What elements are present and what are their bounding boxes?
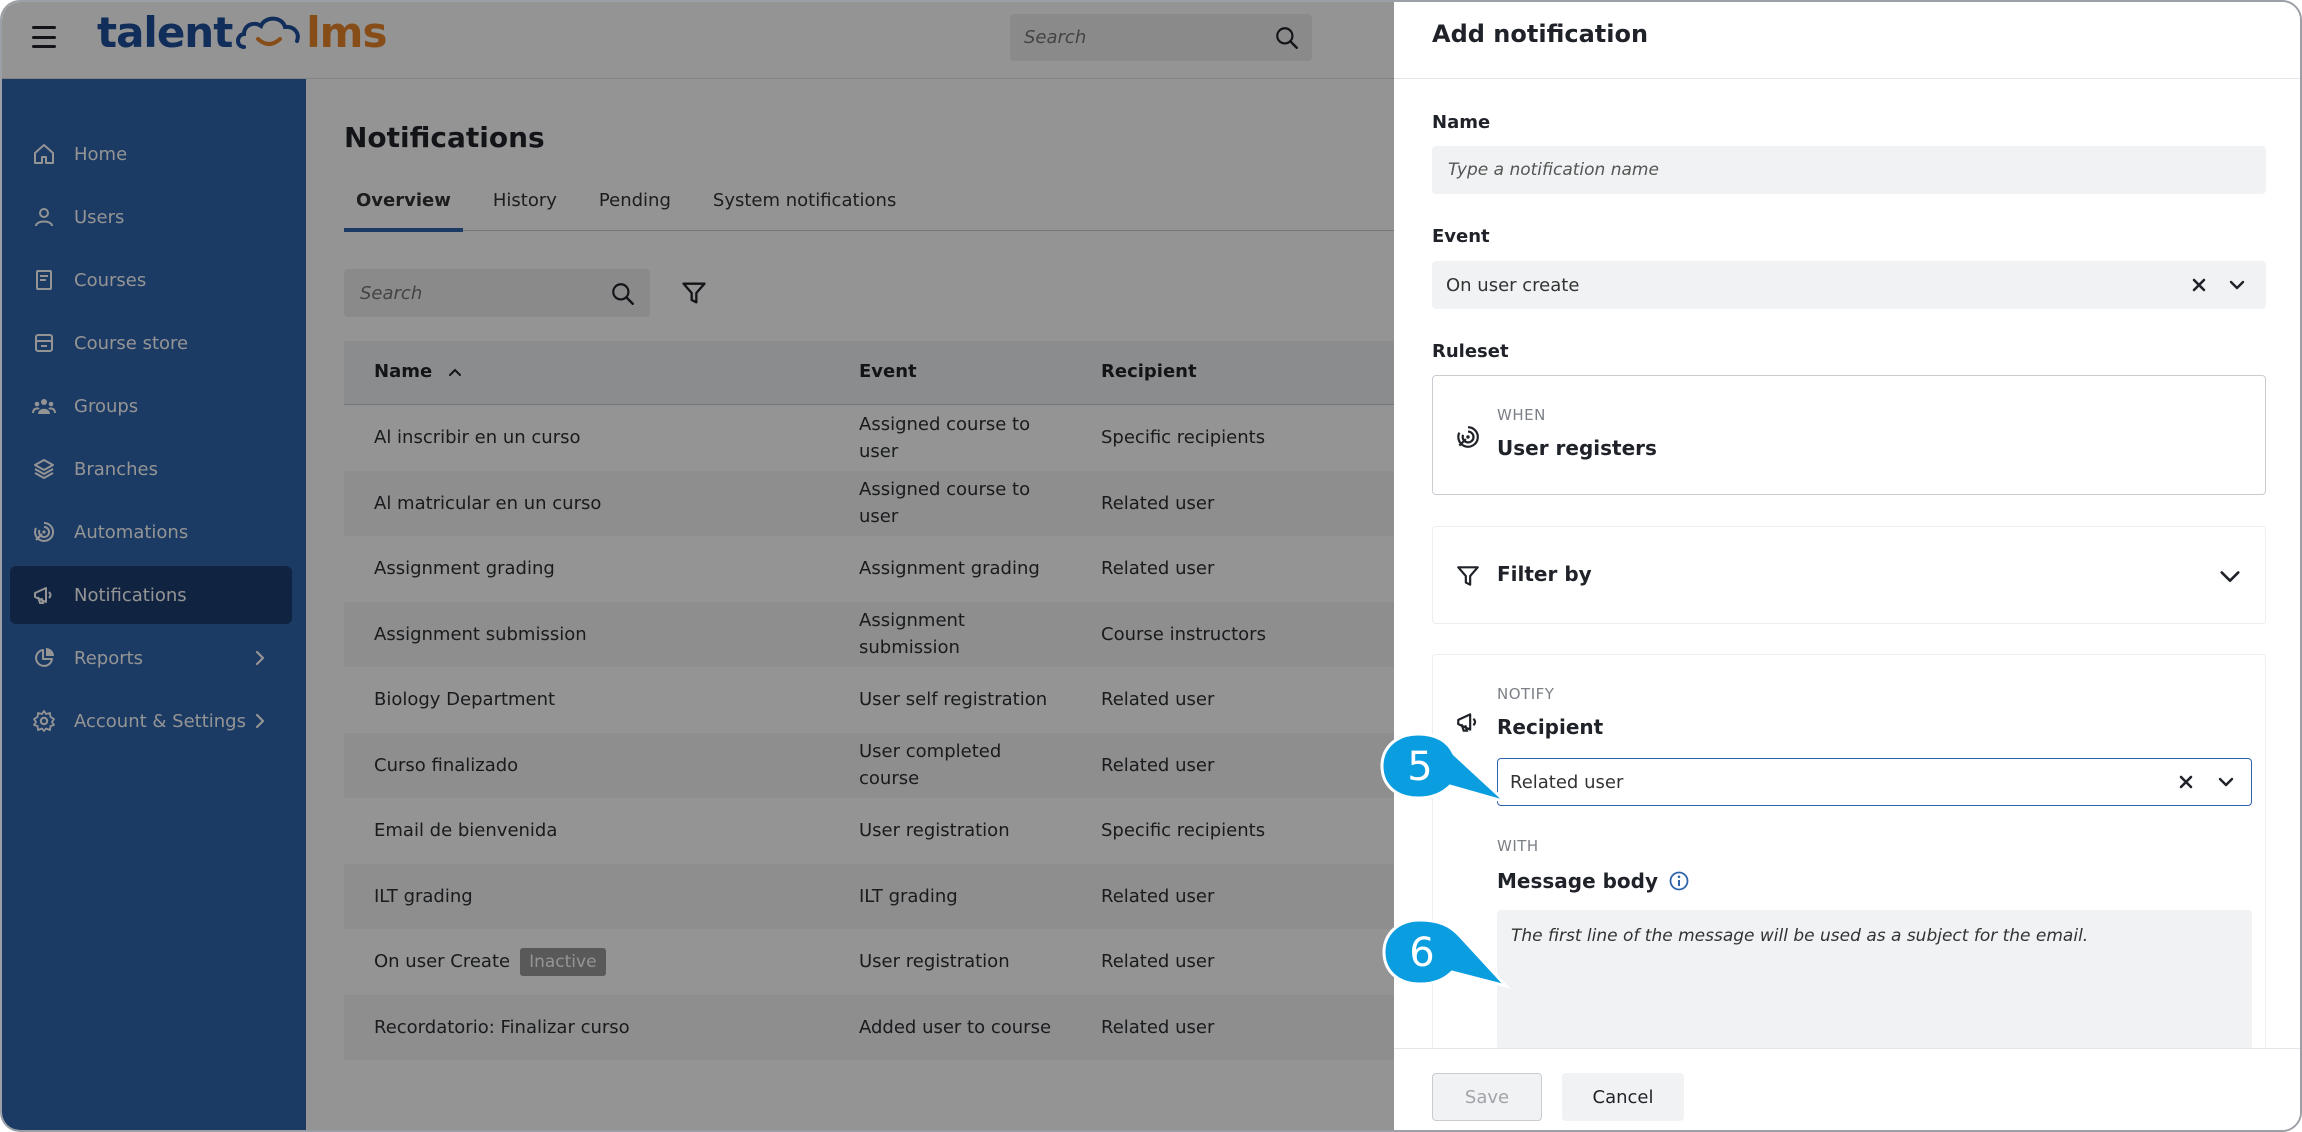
chevron-down-icon[interactable] bbox=[2226, 274, 2248, 296]
automation-icon bbox=[1457, 426, 1479, 448]
callout-marker-6: 6 bbox=[1382, 918, 1511, 989]
filter-by-section[interactable]: Filter by bbox=[1432, 526, 2266, 624]
modal-backdrop[interactable] bbox=[2, 2, 1394, 1130]
message-body-editor[interactable]: The first line of the message will be us… bbox=[1497, 910, 2252, 1050]
recipient-label: Recipient bbox=[1497, 715, 1604, 739]
chevron-down-icon[interactable] bbox=[2217, 563, 2243, 589]
save-button[interactable]: Save bbox=[1432, 1073, 1542, 1121]
filter-icon bbox=[1457, 566, 1479, 586]
drawer-title: Add notification bbox=[1432, 20, 1649, 48]
clear-icon[interactable] bbox=[2188, 274, 2210, 296]
name-label: Name bbox=[1432, 112, 1491, 133]
clear-icon[interactable] bbox=[2175, 771, 2197, 793]
info-icon[interactable] bbox=[1668, 870, 1690, 892]
cancel-button[interactable]: Cancel bbox=[1562, 1073, 1684, 1121]
callout-marker-5: 5 bbox=[1380, 732, 1508, 804]
event-label: Event bbox=[1432, 226, 1490, 247]
message-body-placeholder: The first line of the message will be us… bbox=[1511, 926, 2089, 946]
recipient-select[interactable]: Related user bbox=[1497, 758, 2252, 806]
notification-name-input[interactable] bbox=[1432, 146, 2266, 194]
when-value: User registers bbox=[1497, 436, 1657, 460]
with-label: WITH bbox=[1497, 837, 1539, 855]
ruleset-label: Ruleset bbox=[1432, 341, 1509, 362]
drawer-header: Add notification bbox=[1394, 2, 2300, 79]
app-window: talent lms Home Users Courses Course bbox=[0, 0, 2302, 1132]
filter-by-label: Filter by bbox=[1497, 562, 1592, 586]
message-body-label: Message body bbox=[1497, 869, 1659, 893]
add-notification-drawer: Add notification Name Event On user crea… bbox=[1394, 2, 2300, 1130]
message-body-heading: Message body bbox=[1497, 869, 1690, 893]
event-select[interactable]: On user create bbox=[1432, 261, 2266, 309]
ruleset-when-card[interactable]: WHEN User registers bbox=[1432, 375, 2266, 495]
notify-label: NOTIFY bbox=[1497, 685, 1555, 703]
when-label: WHEN bbox=[1497, 406, 1546, 424]
recipient-select-value: Related user bbox=[1510, 771, 1624, 793]
callout-number: 5 bbox=[1407, 744, 1432, 790]
chevron-down-icon[interactable] bbox=[2215, 771, 2237, 793]
callout-number: 6 bbox=[1409, 930, 1434, 976]
event-select-value: On user create bbox=[1446, 274, 1580, 296]
drawer-footer: Save Cancel bbox=[1394, 1048, 2300, 1130]
